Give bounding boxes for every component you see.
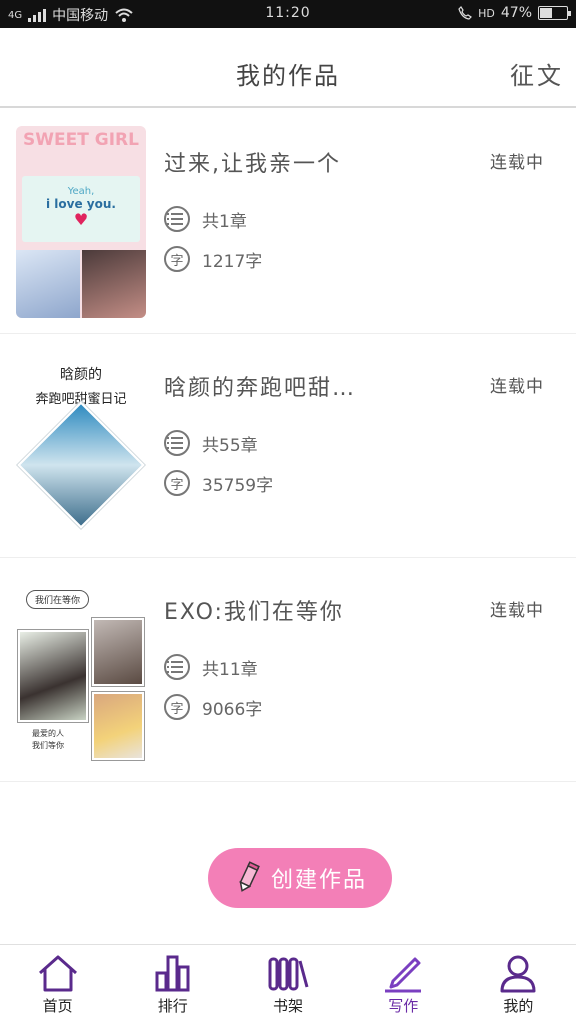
bottom-nav: 首页 排行 书架 写作 我的 (0, 944, 576, 1024)
cover-line1: 晗颜的 (60, 367, 102, 383)
work-cover: 我们在等你 最爱的人 我们等你 (16, 574, 146, 766)
chapter-count-row: 共55章 (164, 430, 258, 456)
cover-photo-right (82, 250, 146, 318)
cover-photo-left (18, 630, 88, 722)
cover-note-line1: Yeah, (67, 186, 95, 197)
word-icon: 字 (164, 246, 190, 272)
battery-percent: 47% (500, 5, 532, 21)
chapter-count: 共11章 (202, 659, 258, 680)
word-count: 35759字 (202, 475, 274, 496)
cover-tag: 我们在等你 (26, 590, 90, 609)
work-status: 连载中 (490, 153, 544, 173)
work-item[interactable]: 我们在等你 最爱的人 我们等你 EXO:我们在等你 连载中 共11章 字 906… (0, 558, 576, 782)
nav-label: 书架 (273, 997, 304, 1015)
cover-photo-bottom-right (92, 692, 144, 760)
page-title: 我的作品 (236, 62, 340, 90)
chapter-count-row: 共1章 (164, 206, 247, 232)
create-work-label: 创建作品 (270, 868, 367, 893)
hd-badge: HD (478, 6, 495, 20)
chapter-count: 共55章 (202, 435, 258, 456)
work-status: 连载中 (490, 601, 544, 621)
call-icon (458, 6, 473, 20)
work-cover: 晗颜的 奔跑吧甜蜜日记 (16, 350, 146, 542)
cover-note-line2: i love you. (46, 197, 116, 211)
word-count-row: 字 9066字 (164, 694, 262, 720)
work-title: 过来,让我亲一个 (164, 152, 341, 177)
nav-profile[interactable]: 我的 (461, 945, 576, 1024)
cover-photo-top-right (92, 618, 144, 686)
list-icon (164, 654, 190, 680)
cover-photo-left (16, 250, 80, 318)
word-count: 1217字 (202, 251, 263, 272)
contest-button[interactable]: 征文 (510, 56, 564, 91)
write-icon (385, 957, 422, 993)
cover-caption1: 最爱的人 (32, 729, 64, 738)
work-item[interactable]: SWEET GIRL Yeah, i love you. ♥ 过来,让我亲一个 … (0, 110, 576, 334)
heart-icon: ♥ (73, 210, 89, 229)
nav-bookshelf[interactable]: 书架 (230, 945, 345, 1024)
cover-caption2: 我们等你 (32, 741, 64, 750)
work-item[interactable]: 晗颜的 奔跑吧甜蜜日记 晗颜的奔跑吧甜… 连载中 共55章 字 35759字 (0, 334, 576, 558)
work-title: 晗颜的奔跑吧甜… (164, 376, 357, 401)
work-title: EXO:我们在等你 (164, 600, 344, 625)
work-status: 连载中 (490, 377, 544, 397)
word-count-row: 字 35759字 (164, 470, 273, 496)
chapter-count: 共1章 (202, 211, 247, 232)
word-icon: 字 (164, 694, 190, 720)
header: 我的作品 征文 (0, 28, 576, 108)
nav-label: 写作 (388, 997, 419, 1015)
work-cover: SWEET GIRL Yeah, i love you. ♥ (16, 126, 146, 318)
list-icon (164, 430, 190, 456)
home-icon (38, 955, 77, 992)
profile-icon (500, 955, 536, 993)
chapter-count-row: 共11章 (164, 654, 258, 680)
nav-label: 排行 (157, 997, 188, 1015)
bookshelf-icon (268, 957, 309, 991)
nav-label: 我的 (503, 997, 534, 1015)
ranking-icon (155, 955, 190, 992)
cover-photo (17, 401, 145, 529)
nav-label: 首页 (42, 997, 73, 1015)
status-bar: 4G 中国移动 11:20 HD 47% (0, 0, 576, 28)
nav-ranking[interactable]: 排行 (115, 945, 230, 1024)
word-count: 9066字 (202, 699, 263, 720)
word-icon: 字 (164, 470, 190, 496)
create-work-button[interactable]: 创建作品 (208, 848, 392, 908)
list-icon (164, 206, 190, 232)
word-count-row: 字 1217字 (164, 246, 262, 272)
nav-write[interactable]: 写作 (346, 945, 461, 1024)
cover-headline: SWEET GIRL (23, 130, 139, 150)
pencil-icon (239, 861, 260, 892)
nav-home[interactable]: 首页 (0, 945, 115, 1024)
battery-icon (538, 6, 571, 20)
